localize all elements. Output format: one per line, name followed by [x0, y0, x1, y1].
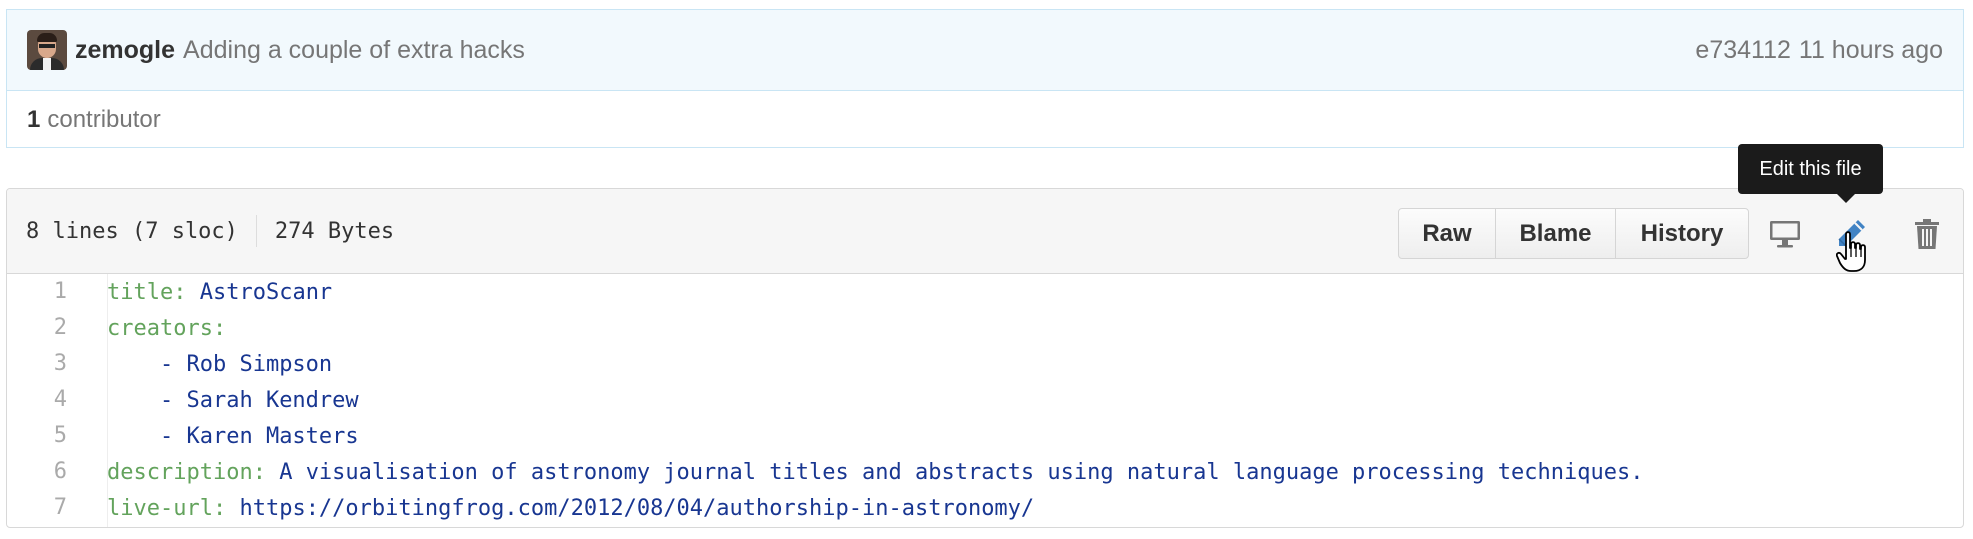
code-line: 3 - Rob Simpson — [7, 346, 1963, 382]
commit-tease: zemogle Adding a couple of extra hacks e… — [6, 9, 1964, 148]
line-number-gutter-divider — [107, 274, 108, 527]
file-size: 274 Bytes — [274, 218, 395, 244]
trash-icon — [1915, 219, 1939, 249]
yaml-value: AstroScanr — [186, 279, 333, 305]
line-content: - Karen Masters — [87, 424, 359, 449]
code-lines: 1 title: AstroScanr 2 creators: 3 - Rob Simp… — [7, 274, 1963, 526]
contributors-row[interactable]: 1 contributor — [7, 91, 1963, 148]
line-number[interactable]: 2 — [7, 310, 87, 346]
open-desktop-button[interactable] — [1767, 217, 1803, 251]
delete-file-button[interactable] — [1909, 217, 1945, 251]
tooltip-arrow — [1837, 194, 1855, 203]
yaml-value: https://orbitingfrog.com/2012/08/04/auth… — [226, 495, 1035, 521]
edit-file-tooltip: Edit this file — [1738, 144, 1883, 194]
line-content: live-url: https://orbitingfrog.com/2012/… — [87, 496, 1034, 521]
file-box: 8 lines (7 sloc) 274 Bytes Raw Blame His… — [6, 188, 1964, 528]
line-number[interactable]: 7 — [7, 490, 87, 526]
line-number[interactable]: 3 — [7, 346, 87, 382]
history-button[interactable]: History — [1616, 209, 1748, 258]
yaml-key: live-url: — [107, 495, 227, 521]
blame-button[interactable]: Blame — [1496, 209, 1616, 258]
yaml-key: title: — [107, 279, 187, 305]
code-view: 1 title: AstroScanr 2 creators: 3 - Rob Simp… — [7, 274, 1963, 527]
commit-sha-link[interactable]: e734112 — [1695, 36, 1790, 64]
contributor-label: contributor — [47, 105, 161, 133]
code-line: 4 - Sarah Kendrew — [7, 382, 1963, 418]
yaml-key: description: — [107, 459, 266, 485]
code-line: 2 creators: — [7, 310, 1963, 346]
commit-author-link[interactable]: zemogle — [75, 36, 175, 65]
yaml-value: - Karen Masters — [159, 423, 359, 449]
code-line: 7 live-url: https://orbitingfrog.com/2012… — [7, 490, 1963, 526]
raw-button[interactable]: Raw — [1399, 209, 1496, 258]
commit-time: 11 hours ago — [1798, 35, 1943, 64]
file-header: 8 lines (7 sloc) 274 Bytes Raw Blame His… — [7, 189, 1963, 274]
line-number[interactable]: 5 — [7, 418, 87, 454]
commit-message-link[interactable]: Adding a couple of extra hacks — [183, 36, 525, 65]
line-number[interactable]: 1 — [7, 274, 87, 310]
avatar[interactable] — [27, 30, 67, 70]
file-actions-button-group: Raw Blame History — [1398, 208, 1749, 259]
file-info-divider — [255, 215, 257, 247]
line-number[interactable]: 6 — [7, 454, 87, 490]
line-content: - Rob Simpson — [87, 352, 332, 377]
line-content: - Sarah Kendrew — [87, 388, 359, 413]
code-line: 6 description: A visualisation of astrono… — [7, 454, 1963, 490]
code-line: 1 title: AstroScanr — [7, 274, 1963, 310]
commit-meta: e734112 11 hours ago — [1695, 36, 1943, 65]
yaml-key: creators: — [107, 315, 227, 341]
line-content: title: AstroScanr — [87, 280, 332, 305]
file-info: 8 lines (7 sloc) 274 Bytes — [26, 215, 394, 247]
yaml-value: - Sarah Kendrew — [159, 387, 359, 413]
yaml-value: - Rob Simpson — [159, 351, 333, 377]
line-content: description: A visualisation of astronom… — [87, 460, 1643, 485]
latest-commit-bar: zemogle Adding a couple of extra hacks e… — [7, 10, 1963, 91]
contributor-count: 1 — [27, 105, 41, 133]
desktop-icon — [1770, 221, 1800, 248]
yaml-value: A visualisation of astronomy journal tit… — [265, 459, 1644, 485]
file-line-count: 8 lines (7 sloc) — [26, 218, 238, 244]
line-number[interactable]: 4 — [7, 382, 87, 418]
code-line: 5 - Karen Masters — [7, 418, 1963, 454]
hand-cursor-icon — [1836, 231, 1866, 272]
